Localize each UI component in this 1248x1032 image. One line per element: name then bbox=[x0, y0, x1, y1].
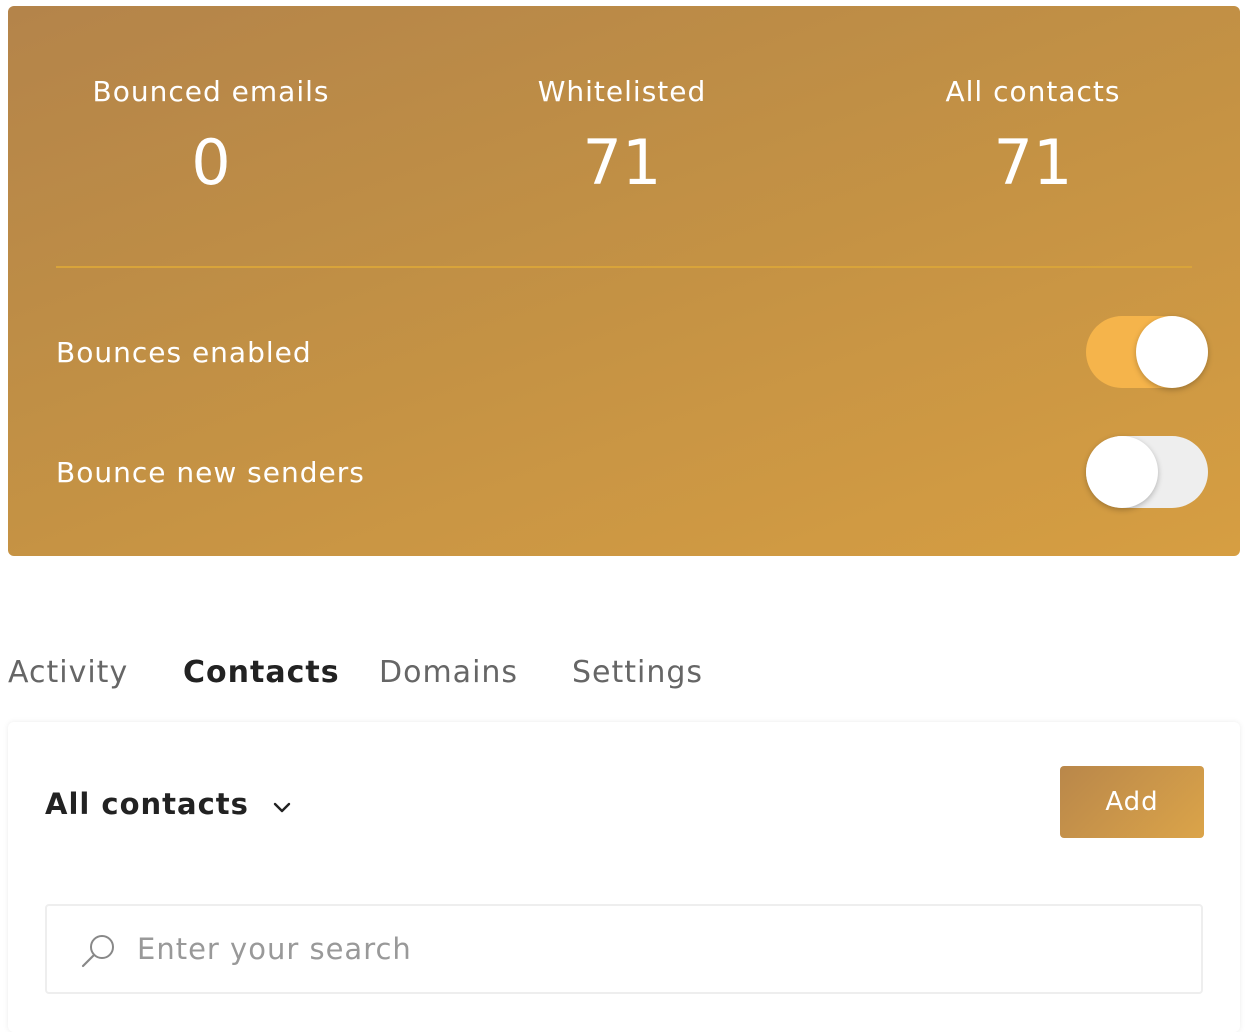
stat-bounced-emails: Bounced emails 0 bbox=[11, 76, 411, 196]
stat-label: Bounced emails bbox=[92, 75, 330, 108]
search-icon bbox=[79, 932, 117, 970]
stats-card: Bounced emails 0 Whitelisted 71 All cont… bbox=[8, 6, 1240, 556]
bounces-enabled-toggle[interactable] bbox=[1086, 316, 1208, 388]
stat-label: Whitelisted bbox=[537, 75, 707, 108]
search-box bbox=[45, 904, 1203, 994]
toggle-label: Bounce new senders bbox=[56, 456, 365, 489]
stat-value: 71 bbox=[582, 126, 662, 199]
bounce-new-senders-toggle[interactable] bbox=[1086, 436, 1208, 508]
stat-value: 71 bbox=[993, 126, 1073, 199]
chevron-down-icon bbox=[272, 800, 292, 819]
stat-value: 0 bbox=[191, 126, 231, 199]
tab-activity[interactable]: Activity bbox=[8, 650, 128, 696]
stat-whitelisted: Whitelisted 71 bbox=[422, 76, 822, 196]
tab-domains[interactable]: Domains bbox=[379, 650, 518, 696]
tab-contacts[interactable]: Contacts bbox=[183, 650, 340, 696]
stat-label: All contacts bbox=[945, 75, 1121, 108]
toggle-knob bbox=[1136, 316, 1208, 388]
filter-label: All contacts bbox=[45, 787, 249, 821]
toggle-row-bounces-enabled: Bounces enabled bbox=[56, 316, 1208, 388]
add-button[interactable]: Add bbox=[1060, 766, 1204, 838]
toggle-label: Bounces enabled bbox=[56, 336, 312, 369]
toggle-row-bounce-new-senders: Bounce new senders bbox=[56, 436, 1208, 508]
toggle-knob bbox=[1086, 436, 1158, 508]
contacts-panel: All contacts Add bbox=[8, 722, 1240, 1032]
divider bbox=[56, 266, 1192, 268]
stat-all-contacts: All contacts 71 bbox=[833, 76, 1233, 196]
search-input[interactable] bbox=[137, 920, 1177, 978]
tab-settings[interactable]: Settings bbox=[572, 650, 703, 696]
contacts-filter-dropdown[interactable]: All contacts bbox=[45, 782, 292, 826]
